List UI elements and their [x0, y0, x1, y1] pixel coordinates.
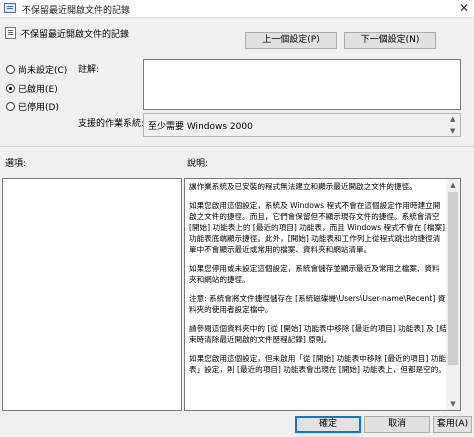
options-panel	[2, 178, 182, 411]
policy-name-label: 不保留最近開啟文件的記錄	[21, 30, 130, 40]
window-title: 不保留最近開啟文件的記錄	[22, 6, 131, 16]
supported-scroll-up-icon[interactable]: ▲	[450, 115, 455, 123]
help-label: 說明:	[187, 159, 209, 169]
supported-scroll-down-icon[interactable]: ▼	[450, 127, 455, 135]
previous-setting-button[interactable]: 上一個設定(P)	[245, 32, 337, 49]
radio-not-configured[interactable]: 尚未設定(C)	[6, 62, 67, 76]
cancel-button[interactable]: 取消	[364, 416, 430, 433]
help-scroll-down-icon[interactable]: ▼	[446, 398, 460, 410]
apply-button[interactable]: 套用(A)	[433, 416, 472, 433]
help-scroll-thumb[interactable]	[448, 192, 458, 365]
radio-not-configured-label[interactable]: 尚未設定(C)	[18, 63, 67, 76]
supported-on-label: 支援的作業系統:	[78, 119, 145, 129]
section-divider	[0, 146, 474, 147]
radio-disabled-label[interactable]: 已停用(D)	[18, 100, 59, 113]
help-paragraph: 如果您啟用這個設定，系統及 Windows 程式不會在這個設定作用時建立開啟之文…	[189, 201, 445, 254]
help-paragraph: 讓作業系統及已安裝的程式無法建立和顯示最近開啟之文件的捷徑。	[189, 182, 417, 191]
comment-label: 註解:	[78, 65, 100, 75]
radio-enabled-circle[interactable]	[6, 83, 15, 93]
comment-scrollbar[interactable]	[448, 60, 460, 109]
radio-not-configured-circle[interactable]	[6, 64, 15, 74]
supported-on-value: 至少需要 Windows 2000	[148, 122, 253, 132]
radio-disabled-circle[interactable]	[6, 101, 15, 111]
policy-setting-icon	[5, 27, 16, 39]
help-scrollbar[interactable]: ▲ ▼	[446, 179, 460, 410]
radio-enabled[interactable]: 已啟用(E)	[6, 81, 58, 95]
ok-button[interactable]: 確定	[295, 416, 361, 433]
supported-on-field: 至少需要 Windows 2000 ▲ ▼	[143, 113, 461, 137]
options-label: 選項:	[5, 159, 27, 169]
help-paragraph: 如果您啟用這個設定，但未啟用「從 [開始] 功能表中移除 [最近的項目] 功能表…	[189, 354, 446, 374]
help-scroll-up-icon[interactable]: ▲	[446, 179, 460, 191]
close-icon[interactable]: ✕	[456, 1, 472, 16]
comment-textarea[interactable]	[143, 59, 461, 110]
help-paragraph: 如果您停用或未設定這個設定，系統會儲存並顯示最近及常用之檔案、資料夾和網站的捷徑…	[189, 264, 440, 284]
radio-disabled[interactable]: 已停用(D)	[6, 99, 59, 113]
help-paragraph: 注意: 系統會將文件捷徑儲存在 [系統磁碟機\Users\User-name\R…	[189, 294, 446, 314]
help-text-area: 讓作業系統及已安裝的程式無法建立和顯示最近開啟之文件的捷徑。 如果您啟用這個設定…	[187, 181, 447, 410]
next-setting-button[interactable]: 下一個設定(N)	[344, 32, 436, 49]
help-paragraph: 請參閱這個資料夾中的 [從 [開始] 功能表中移除 [最近的項目] 功能表] 及…	[189, 324, 447, 344]
radio-enabled-label[interactable]: 已啟用(E)	[18, 82, 58, 95]
policy-window-icon	[4, 3, 16, 13]
supported-on-scrollbar[interactable]: ▲ ▼	[448, 115, 459, 136]
